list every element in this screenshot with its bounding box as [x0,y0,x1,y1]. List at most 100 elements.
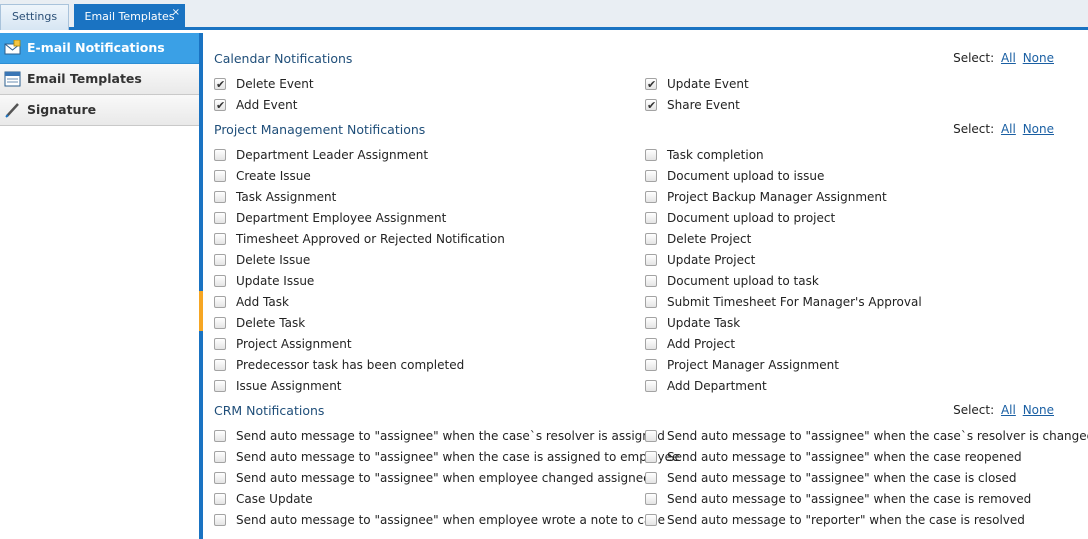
checkbox-label: Update Event [667,77,749,91]
checkbox-label: Project Manager Assignment [667,358,839,372]
sidebar-item-email-notifications[interactable]: E-mail Notifications [0,33,199,64]
section-title-crm: CRM Notifications [214,403,325,418]
checkbox[interactable] [214,254,226,266]
checkbox[interactable] [645,254,657,266]
template-icon [4,71,21,87]
select-all-link[interactable]: All [1001,403,1016,417]
sidebar-item-label: E-mail Notifications [27,40,165,55]
checkbox-label: Task completion [667,148,764,162]
checkbox[interactable] [645,451,657,463]
checkbox[interactable] [214,430,226,442]
checkbox[interactable] [645,170,657,182]
select-links-calendar: Select: All None [953,51,1054,65]
checkbox-label: Send auto message to "assignee" when the… [667,492,1032,506]
notifications-panel: Calendar Notifications Select: All None … [203,33,1088,539]
checkbox[interactable] [214,451,226,463]
select-all-link[interactable]: All [1001,51,1016,65]
checkbox[interactable] [214,359,226,371]
checkbox[interactable] [645,359,657,371]
checkbox[interactable] [645,380,657,392]
checkbox[interactable] [645,296,657,308]
checkbox-label: Submit Timesheet For Manager's Approval [667,295,922,309]
checkbox[interactable] [214,514,226,526]
checkbox[interactable] [645,95,657,116]
checkbox-label: Delete Event [236,77,314,91]
sidebar-item-email-templates[interactable]: Email Templates [0,64,199,95]
checkbox[interactable] [214,233,226,245]
checkbox[interactable] [214,149,226,161]
checkbox[interactable] [214,317,226,329]
select-all-link[interactable]: All [1001,122,1016,136]
select-label: Select: [953,51,995,65]
checkbox-label: Add Event [236,98,298,112]
checkbox-label: Department Employee Assignment [236,211,447,225]
checkbox-label: Send auto message to "assignee" when the… [236,429,665,443]
checkbox[interactable] [214,191,226,203]
checkbox[interactable] [214,493,226,505]
checkbox-label: Send auto message to "assignee" when the… [667,429,1088,443]
checkbox-label: Document upload to task [667,274,819,288]
checkbox-label: Share Event [667,98,740,112]
checkbox-label: Add Department [667,379,767,393]
checkbox-label: Send auto message to "assignee" when emp… [236,471,651,485]
checkbox[interactable] [645,493,657,505]
checkbox-label: Update Project [667,253,756,267]
checkbox[interactable] [645,191,657,203]
checkbox-label: Project Assignment [236,337,352,351]
checkbox[interactable] [645,275,657,287]
checkbox-label: Delete Project [667,232,752,246]
checkbox-label: Send auto message to "reporter" when the… [667,513,1025,527]
checkbox[interactable] [214,380,226,392]
checkbox[interactable] [214,338,226,350]
checkbox[interactable] [645,338,657,350]
checkbox-label: Case Update [236,492,313,506]
sidebar-item-label: Signature [27,102,97,117]
checkbox[interactable] [214,275,226,287]
checkbox[interactable] [214,170,226,182]
select-label: Select: [953,403,995,417]
checkbox-label: Send auto message to "assignee" when the… [236,450,680,464]
checkbox-label: Task Assignment [236,190,337,204]
checkbox[interactable] [645,74,657,95]
checkbox-label: Create Issue [236,169,311,183]
select-none-link[interactable]: None [1023,122,1054,136]
section-title-project-management: Project Management Notifications [214,122,426,137]
checkbox-label: Predecessor task has been completed [236,358,465,372]
checkbox-label: Send auto message to "assignee" when emp… [236,513,665,527]
sidebar-item-signature[interactable]: Signature [0,95,199,126]
checkbox-label: Add Project [667,337,736,351]
checkbox[interactable] [645,430,657,442]
checkbox-label: Send auto message to "assignee" when the… [667,471,1017,485]
checkbox-label: Delete Task [236,316,306,330]
select-none-link[interactable]: None [1023,403,1054,417]
checkbox-label: Update Issue [236,274,315,288]
checkbox-label: Document upload to issue [667,169,825,183]
checkbox-label: Issue Assignment [236,379,342,393]
select-none-link[interactable]: None [1023,51,1054,65]
select-links-project-management: Select: All None [953,122,1054,136]
checkbox[interactable] [214,472,226,484]
checkbox-label: Update Task [667,316,741,330]
checkbox[interactable] [214,74,226,95]
checkbox[interactable] [214,296,226,308]
section-title-calendar: Calendar Notifications [214,51,353,66]
checkbox-label: Project Backup Manager Assignment [667,190,887,204]
checkbox[interactable] [214,95,226,116]
envelope-icon [4,40,21,55]
checkbox-label: Document upload to project [667,211,836,225]
close-icon[interactable]: × [172,1,180,25]
checkbox-label: Timesheet Approved or Rejected Notificat… [236,232,505,246]
checkbox[interactable] [214,212,226,224]
checkbox[interactable] [645,317,657,329]
sidebar: E-mail Notifications Email Templates Sig… [0,33,199,539]
tab-settings[interactable]: Settings [0,4,69,30]
checkbox[interactable] [645,149,657,161]
tab-email-templates[interactable]: Email Templates × [74,4,185,30]
checkbox-label: Send auto message to "assignee" when the… [667,450,1022,464]
checkbox[interactable] [645,514,657,526]
checkbox[interactable] [645,212,657,224]
checkbox[interactable] [645,233,657,245]
tab-bar: Settings Email Templates × [0,0,1088,30]
checkbox[interactable] [645,472,657,484]
pen-icon [5,103,19,118]
